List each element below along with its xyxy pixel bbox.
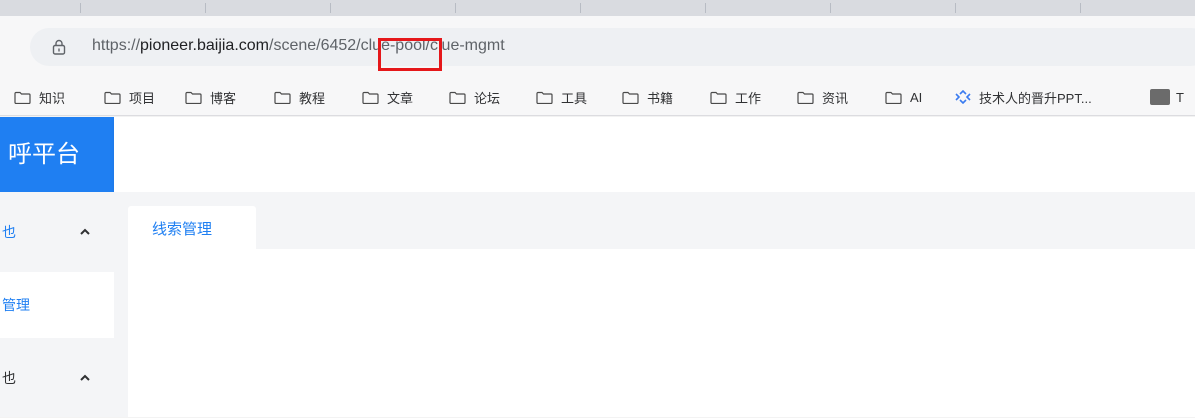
folder-icon <box>274 91 291 104</box>
url-text[interactable]: https://pioneer.baijia.com/scene/6452/cl… <box>92 37 505 55</box>
bookmark-label: 资讯 <box>822 90 849 106</box>
bookmark-label: 论坛 <box>474 90 501 106</box>
app-header <box>114 117 1195 192</box>
browser-toolbar: https://pioneer.baijia.com/scene/6452/cl… <box>0 16 1195 78</box>
folder-icon <box>104 91 121 104</box>
sidebar-item-active[interactable]: 管理 <box>0 272 114 338</box>
address-bar[interactable]: https://pioneer.baijia.com/scene/6452/cl… <box>30 28 1195 66</box>
app-window: 呼平台 也 管理 也 线索管理 <box>0 117 1195 417</box>
sidebar-group-label: 也 <box>2 371 16 387</box>
folder-icon <box>710 91 727 104</box>
tab-separator <box>205 3 206 13</box>
bookmark-folder[interactable]: 工具 <box>536 88 587 106</box>
folder-icon <box>885 91 902 104</box>
bookmark-folder[interactable]: 知识 <box>14 88 65 106</box>
bookmark-label: AI <box>910 89 923 105</box>
chevron-up-icon <box>80 374 90 381</box>
url-domain: pioneer.baijia.com <box>140 37 269 54</box>
bookmark-label: 知识 <box>39 90 66 106</box>
folder-icon <box>449 91 466 104</box>
bookmark-folder[interactable]: 工作 <box>710 88 761 106</box>
bookmarks-bar: 知识 项目 博客 教程 文章 论坛 工具 书籍 工作 资讯 AI 技术人的晋升P… <box>0 78 1195 116</box>
bookmark-label: 项目 <box>129 90 156 106</box>
bookmark-label: 工具 <box>561 90 588 106</box>
tab-label: 线索管理 <box>152 220 213 238</box>
bookmark-label: 技术人的晋升PPT... <box>979 90 1092 106</box>
bookmark-folder[interactable]: 项目 <box>104 88 155 106</box>
bookmark-label: 博客 <box>210 90 237 106</box>
chevron-up-icon <box>80 228 90 235</box>
folder-icon <box>362 91 379 104</box>
sidebar: 也 管理 也 <box>0 192 114 417</box>
tab-separator <box>1080 3 1081 13</box>
tab-separator <box>705 3 706 13</box>
panda-icon <box>1150 89 1170 105</box>
sidebar-item-label: 管理 <box>2 298 30 314</box>
bookmark-folder[interactable]: 论坛 <box>449 88 500 106</box>
folder-icon <box>622 91 639 104</box>
lock-icon[interactable] <box>52 39 66 55</box>
bookmark-label: 教程 <box>299 90 326 106</box>
bookmark-folder[interactable]: 书籍 <box>622 88 673 106</box>
bookmark-folder[interactable]: AI <box>885 88 922 106</box>
bookmark-label: 书籍 <box>647 90 674 106</box>
bookmark-label: 文章 <box>387 90 414 106</box>
bookmark-folder[interactable]: 博客 <box>185 88 236 106</box>
url-path-highlight: /6452/ <box>316 37 361 54</box>
tab-separator <box>330 3 331 13</box>
browser-tab-strip <box>0 0 1195 16</box>
bookmark-label: 工作 <box>735 90 762 106</box>
url-path-before: /scene <box>269 37 317 54</box>
bookmark-link[interactable]: T <box>1150 88 1184 106</box>
bookmark-link[interactable]: 技术人的晋升PPT... <box>955 88 1092 106</box>
bookmark-folder[interactable]: 教程 <box>274 88 325 106</box>
content-panel <box>128 249 1195 417</box>
bookmark-folder[interactable]: 资讯 <box>797 88 848 106</box>
app-logo: 呼平台 <box>0 117 114 192</box>
sidebar-group-1[interactable]: 也 <box>0 192 114 272</box>
main-content: 线索管理 <box>114 192 1195 417</box>
tab-clue-management[interactable]: 线索管理 <box>128 206 256 249</box>
folder-icon <box>185 91 202 104</box>
folder-icon <box>797 91 814 104</box>
tab-separator <box>455 3 456 13</box>
bookmark-label: T <box>1176 89 1184 105</box>
tab-separator <box>830 3 831 13</box>
diamond-icon <box>955 90 971 104</box>
folder-icon <box>536 91 553 104</box>
bookmark-folder[interactable]: 文章 <box>362 88 413 106</box>
annotation-highlight-box <box>378 38 442 71</box>
sidebar-group-2[interactable]: 也 <box>0 338 114 418</box>
tab-separator <box>955 3 956 13</box>
tab-separator <box>80 3 81 13</box>
folder-icon <box>14 91 31 104</box>
tab-separator <box>580 3 581 13</box>
url-prefix: https:// <box>92 37 141 54</box>
sidebar-group-label: 也 <box>2 225 16 241</box>
